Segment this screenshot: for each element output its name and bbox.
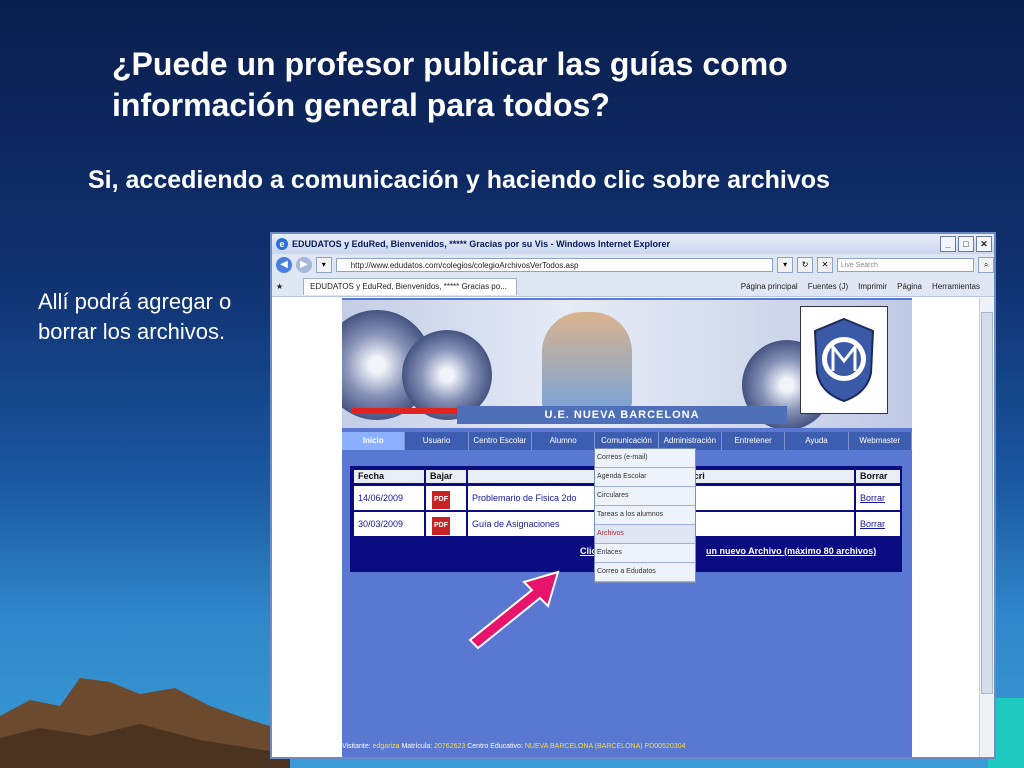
url-field[interactable]: http://www.edudatos.com/colegios/colegio… (335, 258, 774, 272)
address-bar: ◀ ▶ ▾ http://www.edudatos.com/colegios/c… (272, 254, 994, 276)
tools-menu[interactable]: Herramientas (932, 282, 980, 291)
scrollbar-thumb[interactable] (981, 312, 993, 694)
row1-fecha: 14/06/2009 (354, 486, 424, 510)
url-dropdown-icon[interactable]: ▾ (777, 257, 794, 273)
pointer-arrow (468, 570, 560, 650)
row2-download[interactable]: PDF (426, 512, 466, 536)
row2-fecha: 30/03/2009 (354, 512, 424, 536)
slide-subtitle: Si, accediendo a comunicación y haciendo… (88, 166, 830, 194)
minimize-button[interactable]: _ (940, 236, 956, 252)
search-input[interactable]: Live Search (836, 258, 975, 272)
dropdown-tareas[interactable]: Tareas a los alumnos (595, 506, 695, 525)
row1-borrar-link[interactable]: Borrar (856, 486, 900, 510)
dropdown-correos[interactable]: Correos (e-mail) (595, 449, 695, 468)
search-icon[interactable]: ⌕ (978, 257, 994, 273)
banner-red-line (352, 408, 472, 414)
add-file-link[interactable]: un nuevo Archivo (máximo 80 archivos) (706, 546, 876, 556)
centro-label: Centro Educativo: (467, 743, 523, 750)
dropdown-circulares[interactable]: Circulares (595, 487, 695, 506)
dropdown-enlaces[interactable]: Enlaces (595, 544, 695, 563)
school-name: U.E. NUEVA BARCELONA (457, 406, 787, 424)
row1-download[interactable]: PDF (426, 486, 466, 510)
forward-button[interactable]: ▶ (295, 257, 312, 273)
dropdown-archivos[interactable]: Archivos (595, 525, 695, 544)
browser-tab[interactable]: EDUDATOS y EduRed, Bienvenidos, ***** Gr… (303, 277, 518, 295)
close-button[interactable]: ✕ (976, 236, 992, 252)
row2-borrar-link[interactable]: Borrar (856, 512, 900, 536)
header-fecha: Fecha (354, 470, 424, 483)
history-dropdown-icon[interactable]: ▾ (315, 257, 332, 273)
command-bar: Página principal Fuentes (J) Imprimir Pá… (741, 282, 994, 291)
banner-photo (542, 312, 632, 412)
school-site: U.E. NUEVA BARCELONA Inicio Usuario Cent… (342, 298, 912, 757)
site-status-line: Visitante: edgariza Matrícula: 20762623 … (342, 742, 912, 752)
browser-window: e EDUDATOS y EduRed, Bienvenidos, ***** … (270, 232, 996, 759)
menu-ayuda[interactable]: Ayuda (785, 432, 849, 450)
ie-icon: e (276, 238, 288, 250)
menu-centro-escolar[interactable]: Centro Escolar (469, 432, 532, 450)
mountain-decoration (0, 678, 290, 768)
pdf-icon[interactable]: PDF (432, 517, 450, 535)
page-menu[interactable]: Página (897, 282, 922, 291)
site-banner: U.E. NUEVA BARCELONA (342, 300, 912, 428)
back-button[interactable]: ◀ (276, 257, 292, 273)
maximize-button[interactable]: □ (958, 236, 974, 252)
vertical-scrollbar[interactable] (979, 298, 994, 757)
window-title: EDUDATOS y EduRed, Bienvenidos, ***** Gr… (292, 239, 671, 249)
home-button[interactable]: Página principal (741, 282, 798, 291)
dropdown-agenda[interactable]: Agenda Escolar (595, 468, 695, 487)
header-borrar: Borrar (856, 470, 900, 483)
matricula-label: Matrícula: (401, 743, 433, 750)
school-logo (800, 306, 888, 414)
print-button[interactable]: Imprimir (858, 282, 887, 291)
visitante-value: edgariza (372, 743, 400, 750)
slide-side-text: Allí podrá agregar o borrar los archivos… (38, 289, 232, 344)
pdf-icon[interactable]: PDF (432, 491, 450, 509)
page-content: U.E. NUEVA BARCELONA Inicio Usuario Cent… (272, 298, 980, 757)
refresh-icon[interactable]: ↻ (797, 257, 813, 273)
slide-title: ¿Puede un profesor publicar las guías co… (112, 46, 788, 123)
favorites-star-icon[interactable]: ★ (276, 282, 283, 291)
matricula-value: 20762623 (434, 743, 466, 750)
stop-icon[interactable]: ✕ (817, 257, 833, 273)
tab-bar: ★ EDUDATOS y EduRed, Bienvenidos, ***** … (272, 276, 994, 297)
menu-inicio[interactable]: Inicio (342, 432, 406, 450)
window-titlebar: e EDUDATOS y EduRed, Bienvenidos, ***** … (272, 234, 994, 254)
dropdown-correo-edudatos[interactable]: Correo a Edudatos (595, 563, 695, 582)
centro-value: NUEVA BARCELONA (BARCELONA) PD00520304 (524, 743, 686, 750)
visitante-label: Visitante: (342, 743, 371, 750)
menu-alumno[interactable]: Alumno (532, 432, 596, 450)
header-bajar: Bajar (426, 470, 466, 483)
menu-webmaster[interactable]: Webmaster (849, 432, 912, 450)
menu-entretener[interactable]: Entretener (722, 432, 786, 450)
feeds-button[interactable]: Fuentes (J) (808, 282, 848, 291)
menu-usuario[interactable]: Usuario (405, 432, 469, 450)
comunicacion-dropdown: Correos (e-mail) Agenda Escolar Circular… (594, 448, 696, 583)
